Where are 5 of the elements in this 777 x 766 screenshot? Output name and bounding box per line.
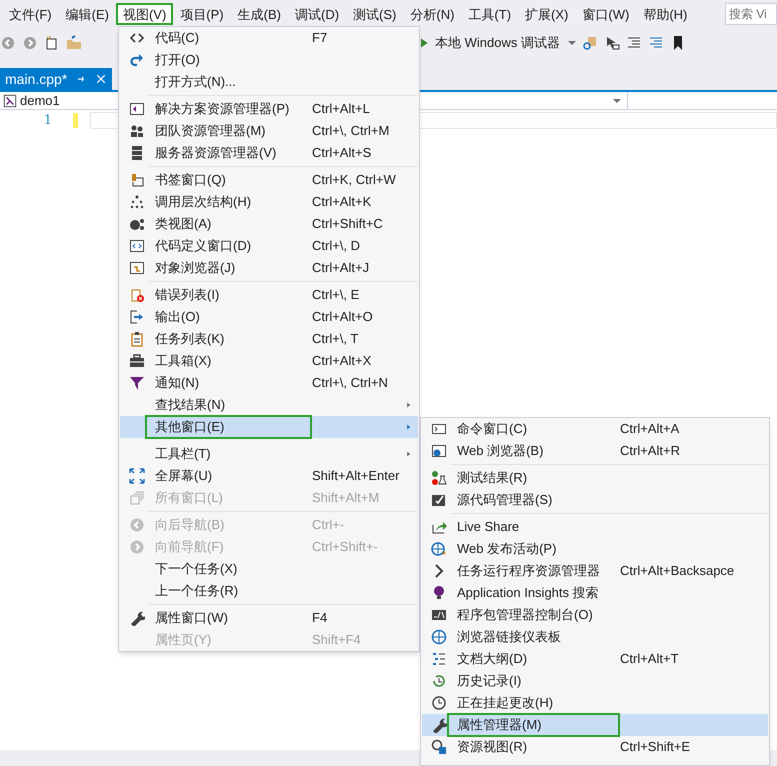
menu-item: 属性页(Y) Shift+F4 (154, 631, 362, 650)
menu-item: 所有窗口(L) Shift+Alt+M (120, 487, 418, 509)
menu-item: 向前导航(F) Ctrl+Shift+- (120, 536, 418, 558)
line-number: 1 (44, 112, 52, 129)
menu-item: 向后导航(B) Ctrl+- (120, 514, 418, 536)
